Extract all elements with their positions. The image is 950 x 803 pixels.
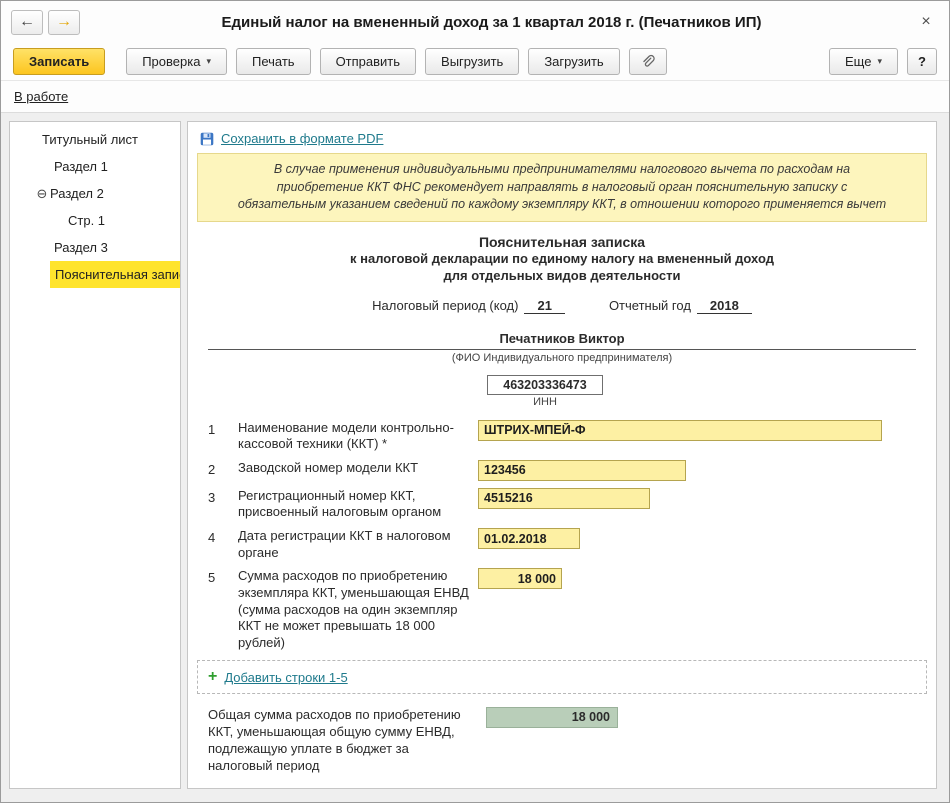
add-rows-link[interactable]: Добавить строки 1-5 [224,670,347,685]
forward-arrow-icon: → [56,13,72,30]
collapse-icon[interactable]: ⊖ [34,186,50,202]
sidebar-item-label: Титульный лист [42,132,139,147]
kkt-expense-amount-label: Сумма расходов по приобретению экземпляр… [238,568,469,650]
status-row: В работе [1,81,949,113]
print-button-label: Печать [251,54,295,69]
sidebar-item-page-1[interactable]: Стр. 1 [10,207,180,234]
inn-value-field[interactable]: 463203336473 [487,374,603,395]
kkt-registration-date-input[interactable] [478,528,580,550]
row-number: 2 [208,461,216,477]
form-content-panel: Сохранить в формате PDF В случае примене… [187,121,937,789]
period-row: Налоговый период (код) 21 Отчетный год 2… [188,298,936,314]
save-pdf-link[interactable]: Сохранить в формате PDF [221,131,383,146]
toolbar: Записать Проверка ▾ Печать Отправить Выг… [1,43,949,81]
report-year-label: Отчетный год [608,297,691,313]
add-rows-area: + Добавить строки 1-5 [197,660,927,695]
form-row-1: 1 Наименование модели контрольно-кассово… [208,419,936,453]
kkt-serial-number-input[interactable] [478,459,686,481]
total-expenses-label: Общая сумма расходов по приобретению ККТ… [208,707,461,774]
send-button[interactable]: Отправить [319,48,417,75]
plus-icon: + [208,668,218,686]
chevron-down-icon: ▾ [206,56,211,66]
pdf-save-row: Сохранить в формате PDF [188,122,936,146]
entrepreneur-name: Печатников Виктор [499,330,625,346]
inn-caption: ИНН [533,395,557,408]
form-row-3: 3 Регистрационный номер ККТ, присвоенный… [208,487,936,521]
application-window: { "window": { "title": "Единый налог на … [0,0,950,803]
print-button[interactable]: Печать [235,48,311,75]
help-button-label: ? [918,54,926,69]
sidebar-item-title-page[interactable]: Титульный лист [10,126,180,153]
kkt-registration-date-label: Дата регистрации ККТ в налоговом органе [238,528,451,560]
row-number: 1 [208,421,216,437]
kkt-serial-number-label: Заводской номер модели ККТ [238,459,419,475]
import-button[interactable]: Загрузить [528,48,620,75]
tax-period-value[interactable]: 21 [524,298,565,314]
inn-block: 463203336473 ИНН [487,374,603,408]
report-year-value[interactable]: 2018 [696,298,752,314]
sidebar-item-label: Раздел 2 [50,186,104,201]
export-button[interactable]: Выгрузить [425,48,520,75]
write-button[interactable]: Записать [13,48,106,75]
more-button-label: Еще [845,54,872,69]
entrepreneur-name-caption: (ФИО Индивидуального предпринимателя) [451,351,673,364]
sidebar-item-explanatory-note[interactable]: Пояснительная записка [10,261,180,288]
chevron-down-icon: ▾ [877,56,882,66]
row-number: 4 [208,530,216,546]
check-button-label: Проверка [142,54,201,69]
attachments-button[interactable] [628,48,667,75]
sidebar-item-label: Пояснительная записка [50,261,180,288]
sidebar-item-label: Раздел 3 [54,240,108,255]
form-row-4: 4 Дата регистрации ККТ в налоговом орган… [208,528,936,561]
kkt-expense-amount-input[interactable] [478,568,562,590]
paperclip-icon [640,54,655,69]
sidebar-item-section-2[interactable]: ⊖ Раздел 2 [10,180,180,207]
sidebar-item-label: Стр. 1 [68,213,106,228]
document-title: Пояснительная записка [478,233,646,250]
forward-button[interactable]: → [48,9,80,35]
history-nav: ← → [11,9,80,35]
status-badge[interactable]: В работе [14,89,68,104]
kkt-form-rows: 1 Наименование модели контрольно-кассово… [188,419,936,652]
tax-period-label: Налоговый период (код) [372,297,519,313]
kkt-model-name-input[interactable] [478,419,882,441]
more-button[interactable]: Еще ▾ [829,48,898,75]
import-button-label: Загрузить [544,54,604,69]
row-number: 5 [208,570,216,586]
document-subtitle-2: для отдельных видов деятельности [443,268,681,284]
name-underline-rule [208,348,916,350]
kkt-registration-number-input[interactable] [478,487,650,509]
sidebar-item-section-3[interactable]: Раздел 3 [10,234,180,261]
document-subtitle: к налоговой декларации по единому налогу… [350,250,774,266]
sidebar-item-label: Раздел 1 [54,159,108,174]
row-number: 3 [208,489,216,505]
help-button[interactable]: ? [907,48,937,75]
kkt-model-name-label: Наименование модели контрольно-кассовой … [238,419,454,452]
back-button[interactable]: ← [11,9,43,35]
form-row-2: 2 Заводской номер модели ККТ [208,459,936,481]
send-button-label: Отправить [335,54,401,69]
main-area: Титульный лист Раздел 1 ⊖ Раздел 2 Стр. … [1,121,949,789]
form-row-5: 5 Сумма расходов по приобретению экземпл… [208,568,936,651]
save-disk-icon [200,132,214,146]
sections-sidebar: Титульный лист Раздел 1 ⊖ Раздел 2 Стр. … [9,121,181,789]
total-expenses-field[interactable]: 18 000 [486,707,618,729]
title-bar: ← → Единый налог на вмененный доход за 1… [1,1,949,43]
total-row: Общая сумма расходов по приобретению ККТ… [208,707,936,775]
write-button-label: Записать [29,54,90,69]
close-button[interactable]: × [913,13,939,31]
fns-notice-box: В случае применения индивидуальными пред… [197,153,927,222]
kkt-registration-number-label: Регистрационный номер ККТ, присвоенный н… [238,487,442,520]
back-arrow-icon: ← [19,13,35,30]
check-button[interactable]: Проверка ▾ [126,48,227,75]
sidebar-item-section-1[interactable]: Раздел 1 [10,153,180,180]
window-title: Единый налог на вмененный доход за 1 ква… [221,13,762,31]
export-button-label: Выгрузить [441,54,504,69]
